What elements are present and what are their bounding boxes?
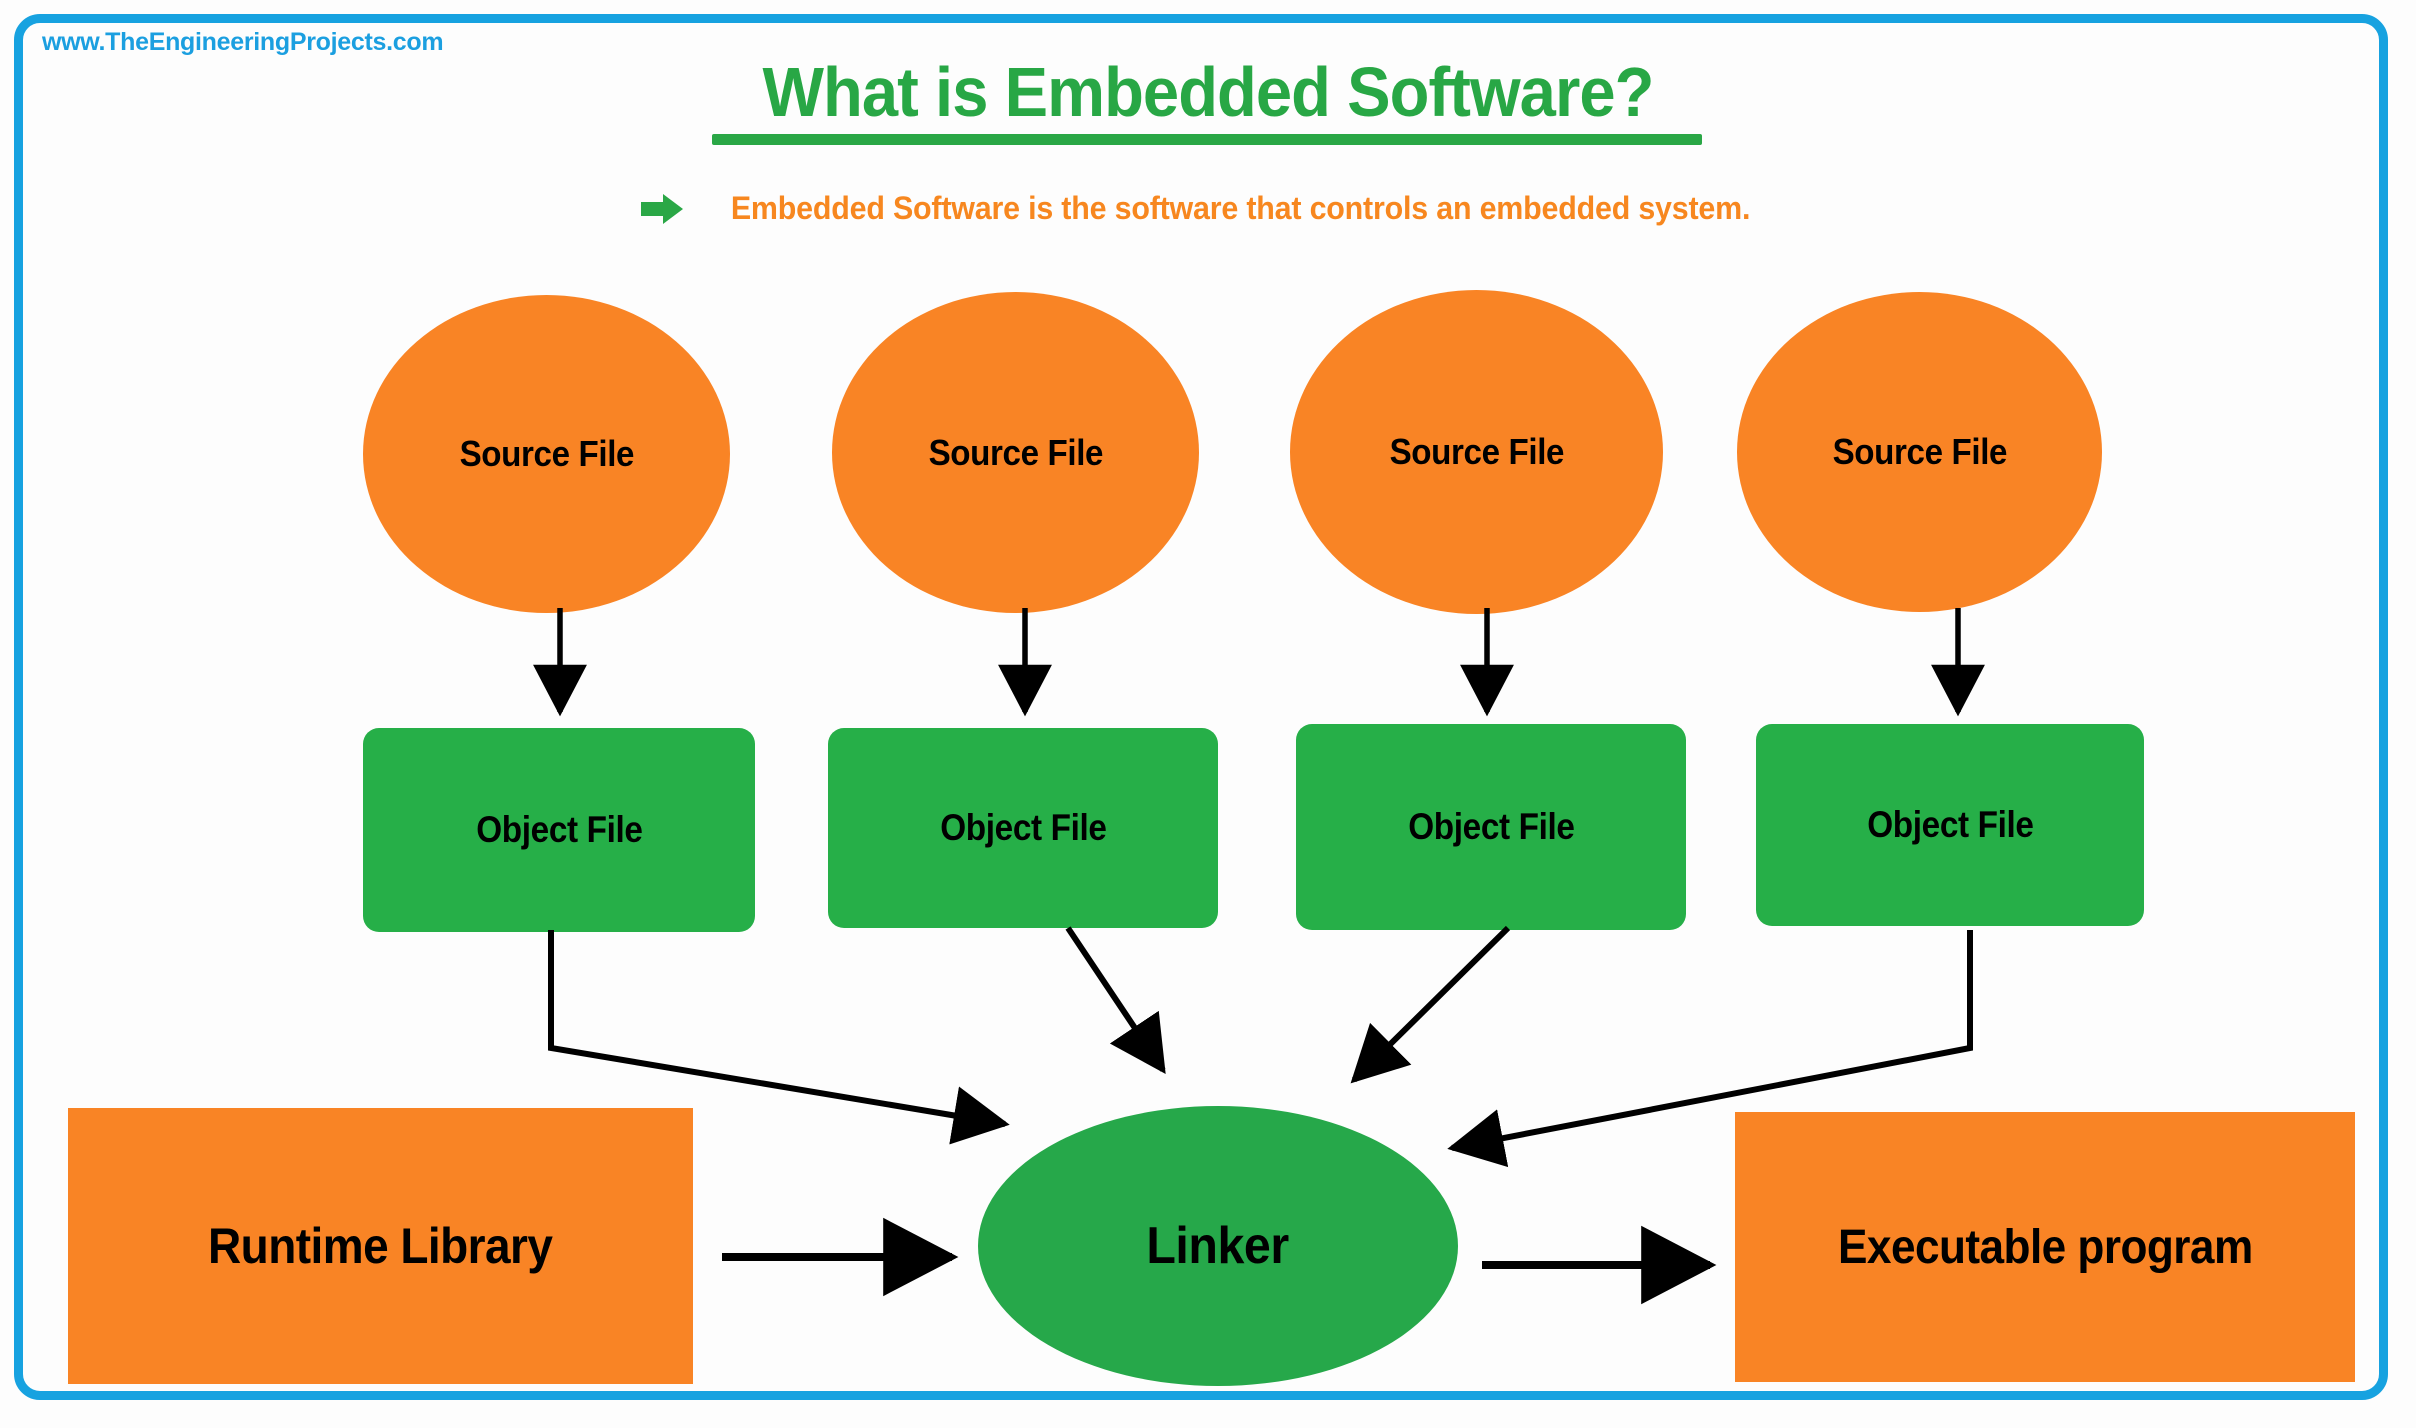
node-label: Object File xyxy=(1407,806,1575,847)
node-label: Executable program xyxy=(1837,1220,2253,1274)
subtitle-text: Embedded Software is the software that c… xyxy=(730,190,1751,226)
node-label: Object File xyxy=(1866,804,2034,845)
node-object-file-1[interactable]: Object File xyxy=(363,728,755,932)
title-underline xyxy=(712,134,1702,145)
node-object-file-2[interactable]: Object File xyxy=(828,728,1218,928)
node-source-file-2[interactable]: Source File xyxy=(832,292,1199,613)
node-label: Source File xyxy=(1389,431,1564,472)
node-label: Object File xyxy=(939,807,1107,848)
node-label: Linker xyxy=(1146,1217,1290,1275)
node-linker[interactable]: Linker xyxy=(978,1106,1458,1386)
node-label: Source File xyxy=(1832,431,2007,472)
node-object-file-3[interactable]: Object File xyxy=(1296,724,1686,930)
node-label: Source File xyxy=(928,431,1103,473)
green-right-arrow-icon xyxy=(639,192,685,226)
subtitle-row: Embedded Software is the software that c… xyxy=(0,190,2416,227)
node-source-file-3[interactable]: Source File xyxy=(1290,290,1663,614)
node-executable-program[interactable]: Executable program xyxy=(1735,1112,2355,1382)
node-object-file-4[interactable]: Object File xyxy=(1756,724,2144,926)
node-source-file-4[interactable]: Source File xyxy=(1737,292,2102,612)
page-title: What is Embedded Software? xyxy=(762,53,1655,131)
diagram-canvas: www.TheEngineeringProjects.com What is E… xyxy=(0,0,2416,1428)
node-label: Object File xyxy=(475,809,643,850)
node-label: Runtime Library xyxy=(208,1218,553,1274)
node-runtime-library[interactable]: Runtime Library xyxy=(68,1108,693,1384)
node-source-file-1[interactable]: Source File xyxy=(363,295,730,613)
node-label: Source File xyxy=(459,433,634,474)
